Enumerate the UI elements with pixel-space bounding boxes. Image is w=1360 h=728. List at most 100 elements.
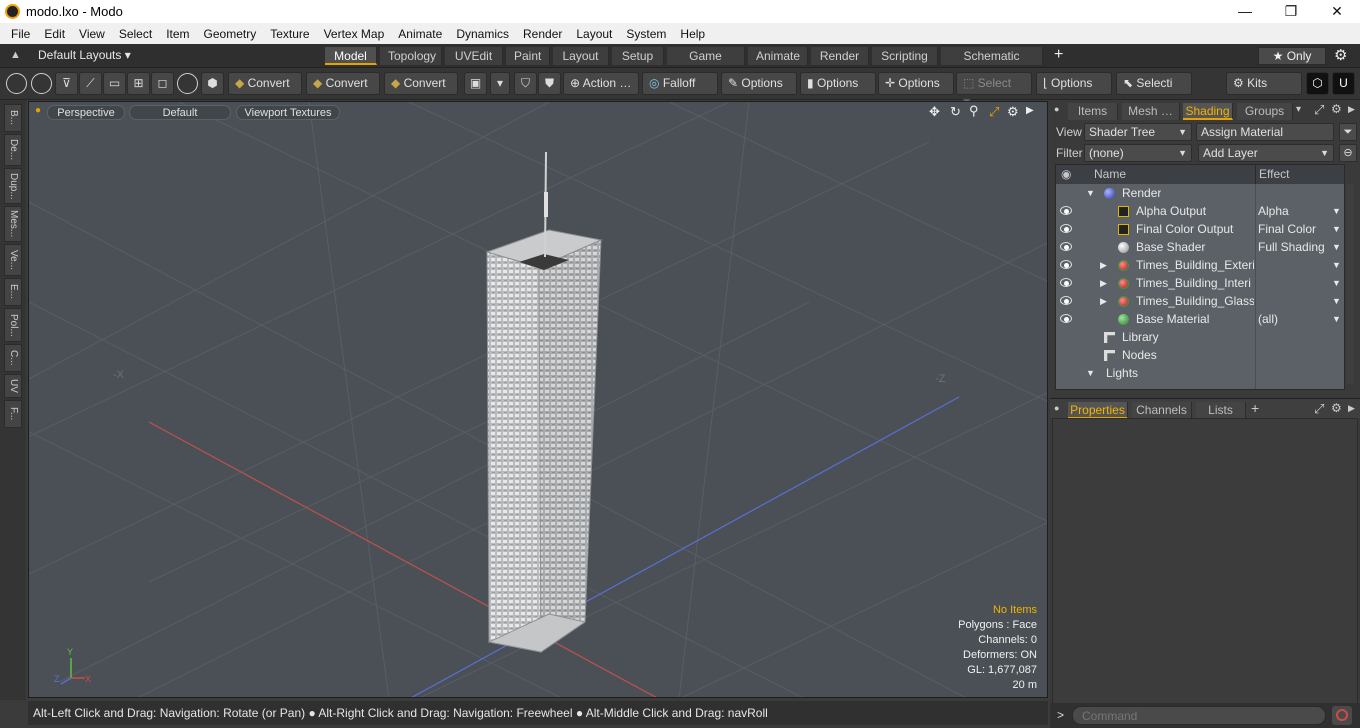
tab-paint[interactable]: Paint [506, 47, 550, 65]
item-icon[interactable]: ⊞ [127, 72, 150, 95]
chevron-down-icon[interactable]: ▼ [1332, 274, 1341, 292]
collapse-icon[interactable]: ⊖ [1339, 144, 1357, 162]
pivot-icon[interactable] [177, 73, 198, 94]
options-button-2[interactable]: ▮ Options [800, 72, 876, 95]
move-view-icon[interactable]: ✥ [929, 104, 940, 120]
options-button-4[interactable]: ⌊ Options [1036, 72, 1112, 95]
tree-row-building-exterior[interactable]: ▶ Times_Building_Exteri… ▼ [1056, 256, 1344, 274]
perspective-button[interactable]: Perspective [47, 105, 125, 120]
expand-arrow-icon[interactable]: ▼ [1086, 364, 1095, 382]
edge-icon[interactable]: ⟋ [79, 72, 102, 95]
tree-row-nodes[interactable]: Nodes [1056, 346, 1344, 364]
tab-game-tools[interactable]: Game Tools [667, 47, 745, 81]
chevron-down-icon[interactable]: ▼ [1332, 292, 1341, 310]
default-layouts-dropdown[interactable]: Default Layouts ▾ [38, 48, 131, 62]
panel-settings-icon[interactable]: ⚙ [1331, 401, 1342, 415]
eye-icon[interactable] [1060, 224, 1072, 233]
tree-row-library[interactable]: Library [1056, 328, 1344, 346]
assign-material-button[interactable]: Assign Material [1196, 123, 1334, 141]
tree-row-final-color-output[interactable]: Final Color Output Final Color ▼ [1056, 220, 1344, 238]
circle-select-icon[interactable] [6, 73, 27, 94]
menu-select[interactable]: Select [112, 27, 159, 41]
eye-icon[interactable] [1060, 296, 1072, 305]
tree-item-effect[interactable]: Full Shading [1258, 238, 1342, 256]
options-button-3[interactable]: ✛ Options [878, 72, 954, 95]
tab-render[interactable]: Render [811, 47, 869, 65]
effect-column-header[interactable]: Effect [1259, 165, 1289, 184]
menu-vertex-map[interactable]: Vertex Map [317, 27, 392, 41]
eye-icon[interactable] [1060, 278, 1072, 287]
unity-icon[interactable]: ⬡ [1306, 72, 1329, 95]
tab-channels[interactable]: Channels [1132, 402, 1192, 419]
vertex-icon[interactable]: ⊽ [55, 72, 78, 95]
chevron-down-icon[interactable]: ▼ [1332, 310, 1341, 328]
tree-row-building-glass[interactable]: ▶ Times_Building_Glass … ▼ [1056, 292, 1344, 310]
menu-layout[interactable]: Layout [569, 27, 619, 41]
maximize-button[interactable]: ❐ [1268, 0, 1314, 23]
chevron-down-icon[interactable]: ▼ [1332, 202, 1341, 220]
options-button-1[interactable]: ✎ Options [721, 72, 797, 95]
gear-icon[interactable]: ⚙ [1334, 46, 1347, 64]
tab-shading[interactable]: Shading [1183, 103, 1233, 120]
menu-animate[interactable]: Animate [391, 27, 449, 41]
menu-help[interactable]: Help [673, 27, 712, 41]
menu-file[interactable]: File [4, 27, 37, 41]
filter-icon[interactable]: ⏷ [1339, 123, 1357, 141]
tab-topology[interactable]: Topology [380, 47, 442, 65]
panel-dot-icon[interactable]: ● [1054, 104, 1059, 114]
layout-expand-icon[interactable]: ▲ [10, 49, 21, 61]
add-tab-icon[interactable]: + [1251, 400, 1259, 416]
add-tab-icon[interactable]: + [1054, 46, 1063, 64]
material-icon[interactable]: ◻ [151, 72, 174, 95]
tree-row-alpha-output[interactable]: Alpha Output Alpha ▼ [1056, 202, 1344, 220]
panel-chevron-down-icon[interactable]: ▾ [1296, 104, 1301, 115]
menu-geometry[interactable]: Geometry [197, 27, 264, 41]
viewport-textures-button[interactable]: Viewport Textures [236, 105, 340, 120]
name-column-header[interactable]: Name [1094, 165, 1126, 184]
maximize-view-icon[interactable]: ⤢ [989, 104, 999, 120]
only-toggle[interactable]: ★ Only [1258, 47, 1326, 65]
record-button[interactable] [1332, 706, 1352, 725]
add-layer-dropdown[interactable]: Add Layer ▼ [1198, 144, 1334, 162]
convert-button-2[interactable]: ◆ Convert [306, 72, 380, 95]
eye-icon[interactable] [1060, 260, 1072, 269]
tab-model[interactable]: Model [325, 47, 377, 65]
tab-scripting[interactable]: Scripting [872, 47, 938, 65]
eye-icon[interactable] [1060, 314, 1072, 323]
menu-view[interactable]: View [72, 27, 112, 41]
tab-layout[interactable]: Layout [553, 47, 609, 65]
command-input[interactable] [1072, 706, 1326, 725]
tab-mesh[interactable]: Mesh … [1122, 103, 1180, 120]
left-tab-polygon[interactable]: Pol... [4, 308, 22, 342]
panel-expand-icon[interactable]: ⤢ [1314, 102, 1324, 118]
view-menu-arrow-icon[interactable]: ▶ [1026, 105, 1034, 116]
menu-system[interactable]: System [619, 27, 673, 41]
convert-button-1[interactable]: ◆ Convert [228, 72, 302, 95]
menu-render[interactable]: Render [516, 27, 569, 41]
tree-item-effect[interactable]: Final Color [1258, 220, 1342, 238]
panel-arrow-icon[interactable]: ▶ [1348, 104, 1355, 115]
tab-setup[interactable]: Setup [612, 47, 664, 65]
tab-groups[interactable]: Groups [1237, 103, 1293, 120]
tree-scrollbar[interactable] [1346, 184, 1354, 384]
close-button[interactable]: ✕ [1314, 0, 1360, 23]
tab-properties[interactable]: Properties [1068, 402, 1128, 419]
viewport-dot-icon[interactable]: ● [35, 105, 41, 116]
tree-row-base-material[interactable]: Base Material (all) ▼ [1056, 310, 1344, 328]
expand-arrow-icon[interactable]: ▶ [1100, 292, 1107, 310]
left-tab-mesh[interactable]: Mes... [4, 206, 22, 242]
shading-style-button[interactable]: Default [129, 105, 231, 120]
tree-item-effect[interactable]: (all) [1258, 310, 1342, 328]
eye-icon[interactable] [1060, 242, 1072, 251]
panel-expand-icon[interactable]: ⤢ [1314, 401, 1324, 417]
expand-arrow-icon[interactable]: ▼ [1086, 184, 1095, 202]
panel-arrow-icon[interactable]: ▶ [1348, 403, 1355, 414]
menu-item[interactable]: Item [159, 27, 196, 41]
tree-row-lights[interactable]: ▼ Lights [1056, 364, 1344, 382]
symmetry-icon[interactable]: ⛉ [514, 72, 537, 95]
falloff-button[interactable]: ◎ Falloff [642, 72, 718, 95]
left-tab-basic[interactable]: B... [4, 104, 22, 132]
selection-button[interactable]: ⬉ Selecti … [1116, 72, 1192, 111]
3d-viewport[interactable]: -X -Z Y X Z ● Perspective Default Viewpo… [28, 101, 1048, 698]
left-tab-uv[interactable]: UV [4, 374, 22, 398]
